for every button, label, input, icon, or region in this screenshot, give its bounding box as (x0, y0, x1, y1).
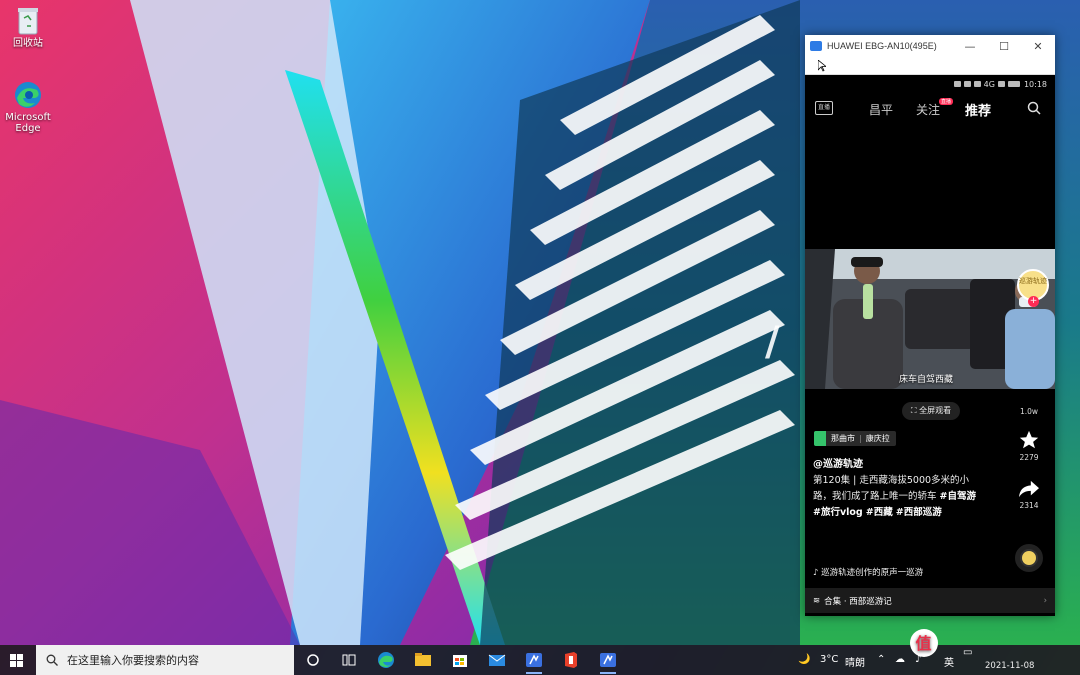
channel-logo-text: 巡游轨迹 (1019, 277, 1047, 285)
network-type: 4G (983, 79, 995, 89)
live-badge: 直播 (939, 98, 954, 105)
location-pin-icon (814, 431, 826, 446)
status-time: 10:18 (1023, 79, 1047, 89)
location-place: 康庆拉 (865, 434, 890, 443)
maximize-button[interactable]: ☐ (987, 40, 1021, 53)
video-caption: 床车自驾西藏 (899, 375, 954, 385)
channel-avatar[interactable]: 巡游轨迹 + (1017, 269, 1049, 307)
comment-action[interactable]: 1.0w (1009, 407, 1049, 416)
tab-local[interactable]: 昌平 (869, 101, 893, 118)
watermark-logo: 值 (908, 627, 1078, 661)
fullscreen-button[interactable]: ⛶ 全屏观看 (902, 402, 960, 420)
share-action[interactable]: 2314 (1009, 479, 1049, 510)
weather-icon[interactable]: 🌙 (798, 654, 810, 665)
smzdm-logo-icon: 值 (910, 629, 938, 657)
close-button[interactable]: ✕ (1021, 40, 1055, 53)
phone-status-bar: 4G 10:18 (805, 75, 1055, 93)
favorite-action[interactable]: 2279 (1009, 429, 1049, 462)
taskbar-date[interactable]: 2021-11-08 (985, 661, 1034, 671)
recycle-bin-icon (18, 8, 38, 35)
location-tag[interactable]: 那曲市 | 康庆拉 (814, 431, 896, 446)
top-nav: 直播 昌平 关注 直播 推荐 (805, 93, 1055, 123)
live-icon[interactable]: 直播 (815, 101, 833, 115)
signal-icon (953, 81, 961, 87)
cloud-icon[interactable]: ☁ (895, 654, 905, 665)
favorite-count: 2279 (1019, 453, 1039, 462)
music-disc-icon (1015, 544, 1043, 572)
weather-condition[interactable]: 晴朗 (845, 654, 865, 669)
share-count: 2314 (1019, 501, 1039, 510)
layers-icon: ≋ (813, 595, 821, 606)
phone-mirror-icon (810, 41, 822, 51)
hashtag[interactable]: #旅行vlog (813, 507, 863, 518)
chevron-right-icon: › (1043, 595, 1047, 606)
svg-text:/: / (765, 319, 780, 365)
nfc-icon (963, 81, 971, 87)
phone-mirror-window: HUAWEI EBG-AN10(495E) — ☐ ✕ 4G 10:18 直播 … (805, 35, 1055, 616)
tab-recommend[interactable]: 推荐 (965, 100, 991, 119)
location-separator: | (859, 434, 862, 443)
video-description: 第120集 | 走西藏海拔5000多米的小路，我们成了路上唯一的轿车 #自驾游 … (813, 473, 985, 521)
video-frame-image (805, 249, 1055, 389)
desktop-icon-edge[interactable]: Microsoft Edge (0, 80, 56, 134)
phone-screen: 4G 10:18 直播 昌平 关注 直播 推荐 床车自驾西藏 巡游轨迹 + ⛶ … (805, 75, 1055, 616)
battery-icon (1007, 81, 1020, 87)
collection-label: 合集 · 西部巡游记 (824, 596, 892, 607)
hashtag[interactable]: #西藏 (866, 507, 893, 518)
bluetooth-icon (997, 81, 1005, 87)
music-info[interactable]: ♪ 巡游轨迹创作的原声一巡游 (813, 566, 923, 578)
chevron-up-icon[interactable]: ⌃ (877, 654, 885, 665)
taskbar: 在这里输入你要搜索的内容 🌙 3°C 晴朗 ⌃ ☁ ♪ 英 ▭ 2021-11-… (0, 629, 1080, 675)
location-city: 那曲市 (831, 434, 855, 443)
desktop-icon-recycle-bin[interactable]: 回收站 (0, 6, 56, 49)
weather-temp[interactable]: 3°C (820, 654, 838, 665)
collection-bar[interactable]: ≋ 合集 · 西部巡游记 › (805, 588, 1055, 613)
hashtag[interactable]: #自驾游 (940, 491, 976, 502)
window-toolbar (805, 57, 1055, 75)
music-disc[interactable] (1009, 544, 1049, 574)
svg-text:值: 值 (915, 634, 932, 653)
search-icon[interactable] (1027, 101, 1041, 115)
follow-plus-icon[interactable]: + (1028, 296, 1039, 307)
share-icon (1019, 480, 1039, 498)
desktop-icon-label: Microsoft Edge (5, 112, 51, 134)
expand-icon: ⛶ (910, 406, 920, 415)
star-icon (1019, 430, 1039, 449)
author-name[interactable]: @巡游轨迹 (813, 455, 863, 470)
desktop-icon-label: 回收站 (13, 38, 43, 49)
video-player[interactable]: 床车自驾西藏 (805, 249, 1055, 389)
fullscreen-label: 全屏观看 (919, 406, 952, 415)
minimize-button[interactable]: — (953, 40, 987, 53)
wifi-icon (973, 81, 981, 87)
tab-following[interactable]: 关注 (916, 101, 940, 118)
window-titlebar[interactable]: HUAWEI EBG-AN10(495E) — ☐ ✕ (805, 35, 1055, 57)
edge-icon (15, 82, 41, 108)
window-title: HUAWEI EBG-AN10(495E) (827, 41, 937, 51)
hashtag[interactable]: #西部巡游 (896, 507, 942, 518)
cursor-icon (818, 60, 826, 72)
comment-count: 1.0w (1019, 407, 1039, 416)
